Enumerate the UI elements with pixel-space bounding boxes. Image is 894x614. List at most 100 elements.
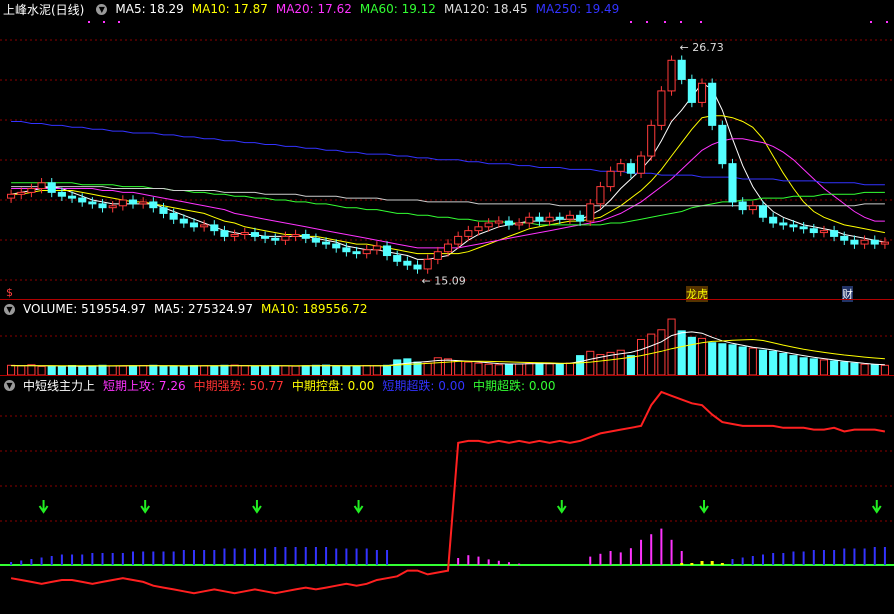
volume-bar xyxy=(271,365,280,376)
high-price-label: ← 26.73 xyxy=(680,41,724,54)
volume-bar xyxy=(504,363,514,376)
volume-bar xyxy=(108,365,117,376)
candle-down xyxy=(352,251,361,255)
candle-down xyxy=(758,205,768,218)
buy-arrow-icon xyxy=(140,500,151,514)
chip-marker-left[interactable]: $ xyxy=(6,286,13,299)
candle-up xyxy=(616,163,625,172)
buy-arrow-icon xyxy=(699,500,709,514)
volume-bar xyxy=(311,364,320,376)
volume-bar xyxy=(769,350,778,376)
buy-arrow-icon xyxy=(353,500,364,514)
volume-bar xyxy=(515,363,524,376)
volume-bar xyxy=(139,365,148,376)
candle-down xyxy=(738,201,747,211)
candle-up xyxy=(291,233,300,237)
volume-bar xyxy=(423,362,432,376)
signal-dot xyxy=(700,21,702,23)
candle-down xyxy=(271,237,280,241)
candle-up xyxy=(515,222,524,226)
candle-up xyxy=(748,205,757,211)
candle-down xyxy=(128,199,138,205)
signal-dot xyxy=(680,21,682,23)
candle-up xyxy=(139,201,148,205)
signal-dot xyxy=(118,21,120,23)
candle-down xyxy=(799,226,808,230)
volume-bar xyxy=(291,365,300,376)
volume-bar xyxy=(718,343,727,376)
candle-down xyxy=(332,243,341,249)
volume-bar xyxy=(799,357,808,376)
volume-bar xyxy=(443,358,453,376)
candle-down xyxy=(301,233,310,239)
volume-bar xyxy=(464,361,473,376)
volume-bar xyxy=(220,364,229,376)
volume-bar xyxy=(179,365,188,376)
candle-down xyxy=(840,235,849,241)
volume-bar xyxy=(342,365,351,376)
volume-bar xyxy=(697,337,707,376)
candle-up xyxy=(433,251,442,260)
candle-down xyxy=(88,201,97,205)
candle-up xyxy=(7,193,16,199)
volume-bar xyxy=(17,365,26,376)
candle-up xyxy=(596,186,605,205)
ma-line-ma5 xyxy=(11,82,885,260)
ma-line-ma20 xyxy=(11,138,885,249)
candle-up xyxy=(17,191,26,195)
volume-bar xyxy=(189,365,199,376)
volume-bar xyxy=(870,364,879,376)
volume-bar xyxy=(281,365,290,376)
candle-down xyxy=(413,264,422,270)
candle-up xyxy=(525,216,534,224)
volume-bar xyxy=(301,365,310,376)
ma-line-ma250 xyxy=(11,121,885,186)
signal-dot xyxy=(886,21,888,23)
candle-down xyxy=(403,260,412,266)
volume-bar xyxy=(47,365,56,376)
volume-bar xyxy=(789,355,798,376)
volume-bar xyxy=(332,365,341,376)
volume-bar xyxy=(159,365,168,376)
candle-down xyxy=(382,245,392,257)
candle-down xyxy=(789,224,798,228)
volume-bar xyxy=(637,338,646,376)
volume-bar xyxy=(352,365,361,376)
signal-dot xyxy=(103,21,105,23)
mid-strength-line xyxy=(10,390,886,595)
volume-bar xyxy=(7,364,16,376)
candle-down xyxy=(311,237,320,243)
volume-bar xyxy=(576,355,585,376)
volume-bar xyxy=(626,355,635,376)
volume-bar xyxy=(27,364,36,376)
candle-up xyxy=(697,82,707,103)
volume-bar xyxy=(525,362,534,376)
candle-up xyxy=(37,182,46,190)
candle-down xyxy=(78,197,87,203)
volume-bar xyxy=(57,366,66,376)
volume-bar xyxy=(779,352,788,376)
volume-bar xyxy=(372,365,381,376)
buy-arrow-icon xyxy=(871,500,882,514)
candle-down xyxy=(67,195,77,199)
volume-bar xyxy=(586,350,595,376)
low-price-label: ← 15.09 xyxy=(422,274,466,287)
candle-down xyxy=(179,218,188,224)
volume-bar xyxy=(535,362,544,376)
buy-arrow-icon xyxy=(556,500,567,514)
volume-bar xyxy=(98,364,107,376)
candle-down xyxy=(98,203,107,209)
candle-down xyxy=(210,224,219,232)
volume-bar xyxy=(37,365,46,376)
candle-up xyxy=(454,235,463,245)
volume-bar xyxy=(728,344,737,376)
candle-up xyxy=(281,235,290,241)
candle-up xyxy=(586,203,595,222)
volume-bar xyxy=(657,329,666,376)
candle-down xyxy=(220,230,229,237)
candle-up xyxy=(362,249,371,255)
volume-bar xyxy=(840,361,849,376)
volume-bar xyxy=(494,364,503,376)
candle-up xyxy=(423,258,432,270)
volume-bar xyxy=(200,365,209,376)
